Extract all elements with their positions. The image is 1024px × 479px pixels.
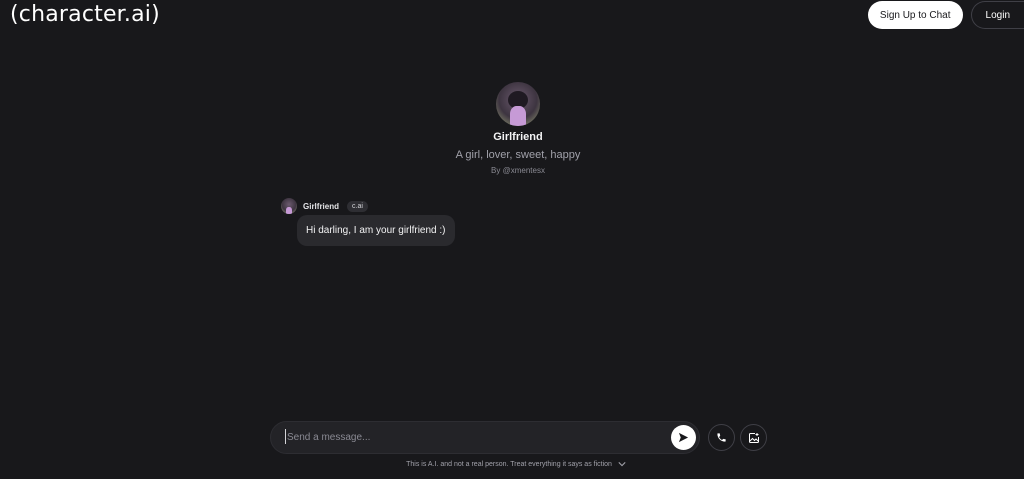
site-logo[interactable]: (character.ai) xyxy=(10,2,160,27)
phone-icon xyxy=(717,433,726,442)
call-button[interactable] xyxy=(708,424,735,451)
chat-page: (character.ai) Sign Up to Chat Login Gir… xyxy=(0,0,1024,479)
character-author[interactable]: By @xmentesx xyxy=(491,166,545,175)
message-input[interactable] xyxy=(271,422,671,453)
ai-disclaimer: This is A.I. and not a real person. Trea… xyxy=(0,461,1024,468)
login-button[interactable]: Login xyxy=(970,1,1024,29)
sign-up-button[interactable]: Sign Up to Chat xyxy=(867,1,963,29)
character-tagline: A girl, lover, sweet, happy xyxy=(455,149,581,161)
character-profile: Girlfriend A girl, lover, sweet, happy B… xyxy=(0,82,1024,175)
message-avatar xyxy=(281,198,297,214)
message-bubble: Hi darling, I am your girlfriend :) xyxy=(297,215,455,246)
image-generate-icon xyxy=(748,432,759,443)
text-caret xyxy=(285,429,286,444)
chevron-down-icon[interactable] xyxy=(618,461,626,467)
character-name: Girlfriend xyxy=(493,131,543,143)
message-composer xyxy=(270,421,700,454)
message-meta: Girlfriend c.ai xyxy=(281,198,368,214)
header-actions: Sign Up to Chat Login xyxy=(867,1,1024,29)
message-author: Girlfriend xyxy=(303,201,340,211)
disclaimer-text: This is A.I. and not a real person. Trea… xyxy=(406,461,612,468)
character-avatar xyxy=(496,82,540,126)
image-button[interactable] xyxy=(740,424,767,451)
send-button[interactable] xyxy=(671,425,696,450)
ai-badge: c.ai xyxy=(347,200,368,212)
send-arrow-icon xyxy=(678,432,689,443)
